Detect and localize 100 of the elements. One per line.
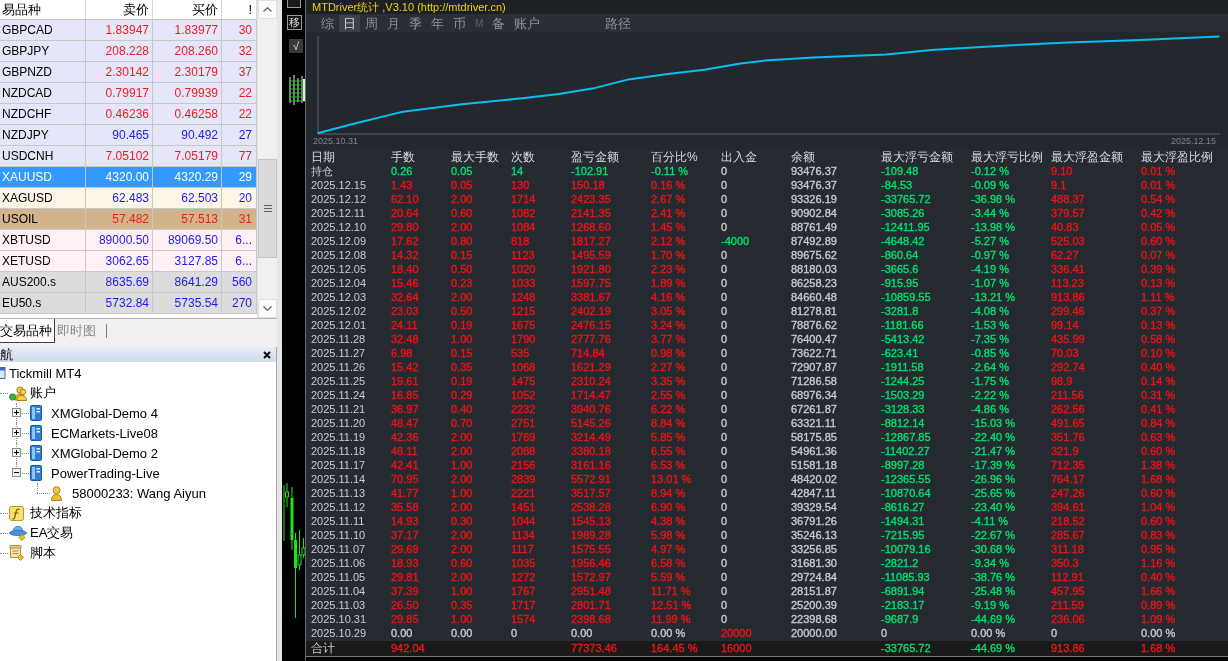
table-cell-text: 1714 — [511, 192, 537, 206]
table-cell-text: 0.60 % — [1141, 486, 1177, 500]
tree-item[interactable]: XMGlobal-Demo 2 — [51, 445, 158, 461]
tab[interactable]: 月 — [383, 14, 404, 32]
column-header[interactable]: 卖价 — [86, 0, 153, 19]
tab[interactable]: 日 — [339, 14, 360, 32]
table-cell-text: 0.70 — [451, 416, 474, 430]
table-cell-text: 3.77 % — [651, 332, 687, 346]
tab[interactable]: 路径 — [601, 14, 636, 32]
table-cell-text: 0.00 % — [651, 626, 687, 640]
table-cell-text: -4648.42 — [881, 234, 926, 248]
column-header: 最大手数 — [451, 150, 500, 164]
table-cell-text: 1597.75 — [571, 276, 612, 290]
table-cell-text: 19.61 — [391, 374, 420, 388]
table-cell-text: -2821.2 — [881, 556, 920, 570]
quote-row[interactable]: XETUSD 3062.65 3127.85 6... — [0, 251, 257, 272]
quote-row[interactable]: NZDJPY 90.465 90.492 27 — [0, 125, 257, 146]
panel-title: MTDriver统计 ,V3.10 (http://mtdriver.cn) — [306, 0, 1228, 14]
tab[interactable]: 币 — [449, 14, 470, 32]
scroll-down-button[interactable] — [258, 299, 277, 318]
scroll-up-button[interactable] — [258, 0, 277, 19]
table-cell-text: -38.76 % — [971, 570, 1017, 584]
table-cell-text: 2025.11.03 — [311, 598, 367, 612]
column-header[interactable]: 易品种 — [0, 0, 86, 19]
table-cell-text: 73622.71 — [791, 346, 838, 360]
table-cell-text: -10870.64 — [881, 486, 932, 500]
tree-item[interactable]: ECMarkets-Live08 — [51, 425, 158, 441]
table-cell-text: -860.64 — [881, 248, 920, 262]
table-cell-text: 0.00 % — [971, 626, 1007, 640]
table-cell-text: 2025.11.18 — [311, 444, 367, 458]
table-cell-text: -23.40 % — [971, 500, 1017, 514]
quote-row[interactable]: GBPNZD 2.30142 2.30179 37 — [0, 62, 257, 83]
table-cell-text: -4.11 % — [971, 514, 1010, 528]
table-cell-text: 70.03 — [1051, 346, 1080, 360]
table-cell-text: -9.34 % — [971, 556, 1010, 570]
table-cell-text: 37.17 — [391, 528, 420, 542]
tab[interactable]: 综 — [317, 14, 338, 32]
table-cell-text: 5.98 % — [651, 528, 687, 542]
table-cell-text: -44.69 % — [971, 612, 1017, 626]
symbol-name: EU50.s — [0, 293, 86, 313]
minus-box-icon[interactable] — [12, 468, 21, 477]
table-cell-text: 0.54 % — [1141, 192, 1177, 206]
toolbar-button[interactable]: √ — [289, 39, 303, 53]
table-cell-text: 394.61 — [1051, 500, 1086, 514]
table-cell-text: 4.97 % — [651, 542, 687, 556]
quote-row[interactable]: XBTUSD 89000.50 89069.50 6... — [0, 230, 257, 251]
table-cell-text: 321.9 — [1051, 444, 1080, 458]
tab[interactable]: 周 — [361, 14, 382, 32]
column-header[interactable]: 买价 — [153, 0, 222, 19]
scrollbar-thumb[interactable] — [258, 159, 277, 258]
table-cell-text: 22398.68 — [791, 612, 838, 626]
quote-row[interactable]: NZDCHF 0.46236 0.46258 22 — [0, 104, 257, 125]
plus-box-icon[interactable] — [12, 408, 21, 417]
table-cell-text: -12411.95 — [881, 220, 931, 234]
quote-row[interactable]: USDCNH 7.05102 7.05179 77 — [0, 146, 257, 167]
table-cell-text: 1767 — [511, 584, 537, 598]
table-cell-text: -12365.55 — [881, 472, 932, 486]
table-cell-text: 0 — [721, 374, 729, 388]
quote-row[interactable]: GBPCAD 1.83947 1.83977 30 — [0, 20, 257, 41]
quote-row[interactable]: USOIL 57.482 57.513 31 — [0, 209, 257, 230]
table-cell-text: 0.01 % — [1141, 178, 1177, 192]
tab[interactable]: 账户 — [510, 14, 545, 32]
table-cell-text: -84.53 — [881, 178, 914, 192]
tree-item[interactable]: 账户 — [30, 384, 56, 402]
quote-row[interactable]: GBPJPY 208.228 208.260 32 — [0, 41, 257, 62]
quote-row[interactable]: NZDCAD 0.79917 0.79939 22 — [0, 83, 257, 104]
table-cell-text: 29724.84 — [791, 570, 838, 584]
table-cell-text: 68976.34 — [791, 388, 838, 402]
table-cell-text: 54961.36 — [791, 444, 838, 458]
quote-row[interactable]: EU50.s 5732.84 5735.54 270 — [0, 293, 257, 314]
table-cell-text: 1082 — [511, 206, 537, 220]
table-cell-text: 0.19 — [451, 374, 474, 388]
tab[interactable]: 年 — [427, 14, 448, 32]
table-cell-text: -2183.17 — [881, 598, 926, 612]
tree-item[interactable]: PowerTrading-Live — [51, 465, 160, 481]
toolbar-button[interactable]: 移 — [287, 15, 302, 30]
table-cell-text: 351.76 — [1051, 430, 1086, 444]
tab[interactable]: 季 — [405, 14, 426, 32]
tree-item[interactable]: 脚本 — [30, 544, 56, 562]
tree-item[interactable]: 技术指标 — [30, 504, 82, 522]
quote-row[interactable]: AUS200.s 8635.69 8641.29 560 — [0, 272, 257, 293]
tab[interactable]: 备 — [488, 14, 510, 32]
table-cell-text: 2.12 % — [651, 234, 687, 248]
table-cell-text: -8812.14 — [881, 416, 926, 430]
table-cell-text: 0 — [721, 458, 729, 472]
toolbar-button[interactable] — [287, 0, 301, 8]
plus-box-icon[interactable] — [12, 428, 21, 437]
tree-item[interactable]: 58000233: Wang Aiyun — [72, 485, 206, 501]
table-cell-text: 4.38 % — [651, 514, 687, 528]
tree-item[interactable]: EA交易 — [30, 524, 74, 542]
close-icon[interactable] — [263, 350, 271, 359]
panel-tab[interactable]: 交易品种 — [0, 319, 55, 343]
tree-item[interactable]: XMGlobal-Demo 4 — [51, 405, 158, 421]
table-cell-text: 98.9 — [1051, 374, 1074, 388]
bid-price: 2.30142 — [86, 62, 153, 82]
quote-row[interactable]: XAGUSD 62.483 62.503 20 — [0, 188, 257, 209]
scrollbar[interactable] — [257, 0, 277, 318]
plus-box-icon[interactable] — [12, 448, 21, 457]
table-cell-text: -4.08 % — [971, 304, 1010, 318]
tree-item[interactable]: Tickmill MT4 — [9, 365, 82, 381]
